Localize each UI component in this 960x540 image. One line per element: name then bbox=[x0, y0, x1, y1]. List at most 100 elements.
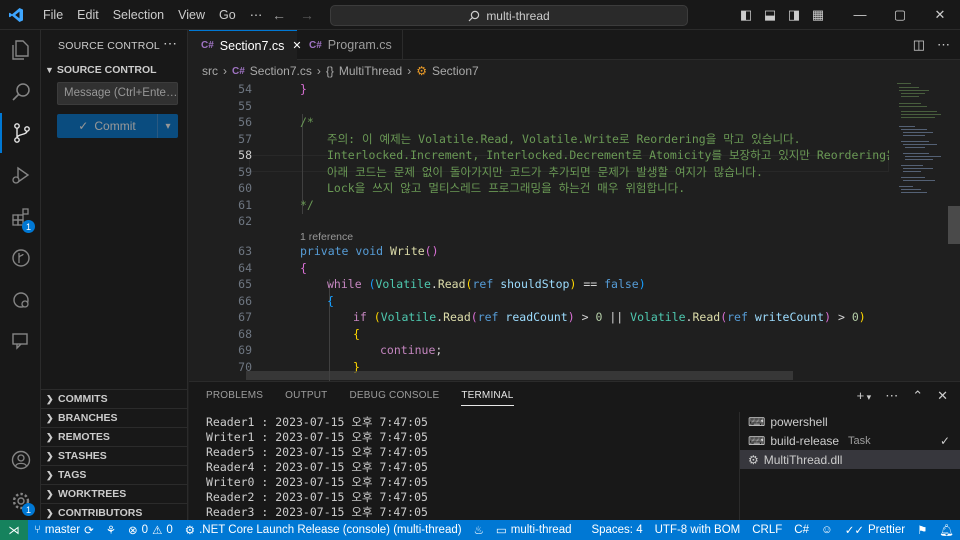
editor-more-icon[interactable]: ⋯ bbox=[937, 37, 950, 53]
section-tags[interactable]: ❯ TAGS bbox=[41, 465, 188, 484]
source-control-icon[interactable] bbox=[0, 113, 41, 153]
menu-view[interactable]: View bbox=[171, 0, 212, 30]
section-worktrees[interactable]: ❯ WORKTREES bbox=[41, 484, 188, 503]
menu-more[interactable]: ⋯ bbox=[243, 0, 270, 30]
breadcrumb: src › C# Section7.cs › {} MultiThread › … bbox=[189, 61, 960, 81]
csharp-file-icon: C# bbox=[232, 65, 245, 77]
project-indicator[interactable]: ▭ multi-thread bbox=[490, 523, 578, 537]
language-indicator[interactable]: C# bbox=[788, 524, 815, 536]
section-branches[interactable]: ❯ BRANCHES bbox=[41, 408, 188, 427]
flame-icon[interactable]: ♨ bbox=[468, 523, 490, 537]
csharp-file-icon: C# bbox=[201, 40, 214, 51]
tab-problems[interactable]: PROBLEMS bbox=[206, 390, 263, 406]
menu-file[interactable]: File bbox=[36, 0, 70, 30]
tab-program[interactable]: C# Program.cs bbox=[297, 30, 403, 60]
commit-button[interactable]: ✓ Commit ▾ bbox=[57, 114, 178, 138]
tab-debug-console[interactable]: DEBUG CONSOLE bbox=[349, 390, 439, 406]
manage-gear-icon[interactable]: 1 bbox=[0, 481, 41, 521]
code-line: /* bbox=[300, 115, 314, 129]
maximize-icon[interactable]: ▢ bbox=[880, 7, 920, 23]
git-graph-status-icon[interactable]: ⚘ bbox=[100, 523, 122, 537]
task-label: Task bbox=[848, 434, 871, 447]
section-remotes[interactable]: ❯ REMOTES bbox=[41, 427, 188, 446]
section-commits[interactable]: ❯ COMMITS bbox=[41, 389, 188, 408]
sync-icon[interactable]: ⟳ bbox=[84, 523, 94, 537]
code-line: } bbox=[300, 82, 307, 96]
error-icon: ⊗ bbox=[128, 525, 138, 537]
toggle-sidebar-icon[interactable]: ◧ bbox=[734, 7, 758, 23]
eol-indicator[interactable]: CRLF bbox=[746, 524, 788, 536]
prettier-indicator[interactable]: ✓✓ Prettier bbox=[839, 523, 911, 537]
comment-line: Lock을 쓰지 않고 멀티스레드 프로그래밍을 하는건 매우 위험합니다. bbox=[327, 181, 686, 195]
tab-terminal[interactable]: TERMINAL bbox=[461, 390, 514, 406]
terminal-output[interactable]: Reader1 : 2023-07-15 오후 7:47:05 Writer1 … bbox=[206, 415, 428, 520]
terminal-item-powershell[interactable]: ⌨ powershell bbox=[740, 412, 960, 431]
remote-explorer-icon[interactable] bbox=[0, 280, 41, 320]
class-icon: ⚙ bbox=[416, 64, 427, 78]
source-control-section-header[interactable]: ▼ SOURCE CONTROL bbox=[45, 64, 157, 76]
search-view-icon[interactable] bbox=[0, 72, 41, 112]
close-panel-icon[interactable]: ✕ bbox=[937, 388, 948, 404]
commit-label: Commit bbox=[94, 119, 136, 133]
run-debug-icon[interactable] bbox=[0, 155, 41, 195]
back-arrow-icon[interactable]: ← bbox=[272, 7, 286, 23]
sidebar-more-icon[interactable]: ⋯ bbox=[163, 35, 177, 52]
accounts-icon[interactable] bbox=[0, 440, 41, 480]
chevron-right-icon: ❯ bbox=[46, 431, 54, 442]
line-number: 56 bbox=[238, 115, 252, 129]
split-editor-icon[interactable]: ◫ bbox=[913, 37, 925, 53]
command-center-search[interactable]: multi-thread bbox=[330, 5, 688, 26]
customize-layout-icon[interactable]: ▦ bbox=[806, 7, 830, 23]
forward-arrow-icon[interactable]: → bbox=[300, 7, 314, 23]
maximize-panel-icon[interactable]: ⌃ bbox=[912, 388, 923, 404]
breadcrumb-file[interactable]: Section7.cs bbox=[250, 64, 312, 78]
debug-icon: ⚙ bbox=[184, 525, 196, 537]
panel-more-icon[interactable]: ⋯ bbox=[885, 388, 898, 404]
line-number: 68 bbox=[238, 326, 252, 341]
launch-config[interactable]: ⚙ .NET Core Launch Release (console) (mu… bbox=[179, 523, 468, 537]
toggle-panel-icon[interactable]: ⬓ bbox=[758, 7, 782, 23]
panel-actions: + ▾ ⋯ ⌃ ✕ bbox=[857, 388, 948, 404]
terminal-line: Writer1 : 2023-07-15 오후 7:47:05 bbox=[206, 430, 428, 444]
commit-message-input[interactable]: Message (Ctrl+Ente… bbox=[57, 82, 178, 105]
horizontal-scrollbar[interactable] bbox=[246, 371, 793, 380]
terminal-name: MultiThread.dll bbox=[763, 452, 843, 467]
minimize-icon[interactable]: — bbox=[840, 7, 880, 23]
chat-icon[interactable] bbox=[0, 321, 41, 361]
remote-indicator-icon[interactable]: ⋊ bbox=[0, 520, 28, 540]
breadcrumb-namespace[interactable]: MultiThread bbox=[339, 64, 402, 78]
scrollbar-thumb[interactable] bbox=[948, 206, 960, 244]
toggle-secondary-sidebar-icon[interactable]: ◨ bbox=[782, 7, 806, 23]
tab-section7[interactable]: C# Section7.cs ✕ bbox=[189, 30, 302, 60]
indentation-indicator[interactable]: Spaces: 4 bbox=[585, 524, 648, 536]
chevron-right-icon: ❯ bbox=[46, 412, 54, 423]
copilot-icon[interactable]: ☺ bbox=[815, 524, 839, 536]
breadcrumb-folder[interactable]: src bbox=[202, 64, 218, 78]
code-editor[interactable]: 54} 55 56 /* 57 주의: 이 예제는 Volatile.Read, V… bbox=[189, 81, 889, 381]
branch-indicator[interactable]: ⑂ master ⟳ bbox=[28, 523, 100, 537]
tab-output[interactable]: OUTPUT bbox=[285, 390, 327, 406]
explorer-icon[interactable] bbox=[0, 30, 41, 70]
chevron-right-icon: ❯ bbox=[46, 450, 54, 461]
new-terminal-icon[interactable]: + ▾ bbox=[857, 388, 872, 404]
problems-indicator[interactable]: ⊗ 0 ⚠ 0 bbox=[122, 523, 179, 537]
breadcrumb-class[interactable]: Section7 bbox=[432, 64, 479, 78]
git-graph-icon[interactable] bbox=[0, 238, 41, 278]
line-number: 61 bbox=[238, 197, 252, 212]
close-window-icon[interactable]: ✕ bbox=[920, 7, 960, 23]
menu-selection[interactable]: Selection bbox=[106, 0, 171, 30]
section-stashes[interactable]: ❯ STASHES bbox=[41, 446, 188, 465]
encoding-indicator[interactable]: UTF-8 with BOM bbox=[649, 524, 747, 536]
extensions-icon[interactable]: 1 bbox=[0, 197, 41, 237]
terminal-line: Reader4 : 2023-07-15 오후 7:47:05 bbox=[206, 460, 428, 474]
terminal-list: ⌨ powershell ⌨ build-release Task ✓ ⚙ Mu… bbox=[739, 412, 960, 521]
notifications-icon[interactable]: 🔔︎ bbox=[933, 523, 960, 537]
menu-edit[interactable]: Edit bbox=[70, 0, 106, 30]
menu-go[interactable]: Go bbox=[212, 0, 243, 30]
terminal-item-multithread[interactable]: ⚙ MultiThread.dll bbox=[740, 450, 960, 469]
feedback-icon[interactable]: ⚑ bbox=[911, 523, 933, 537]
commit-dropdown-icon[interactable]: ▾ bbox=[158, 114, 178, 138]
code-line: */ bbox=[300, 197, 314, 212]
terminal-item-build-release[interactable]: ⌨ build-release Task ✓ bbox=[740, 431, 960, 450]
tab-label: Program.cs bbox=[327, 38, 392, 52]
